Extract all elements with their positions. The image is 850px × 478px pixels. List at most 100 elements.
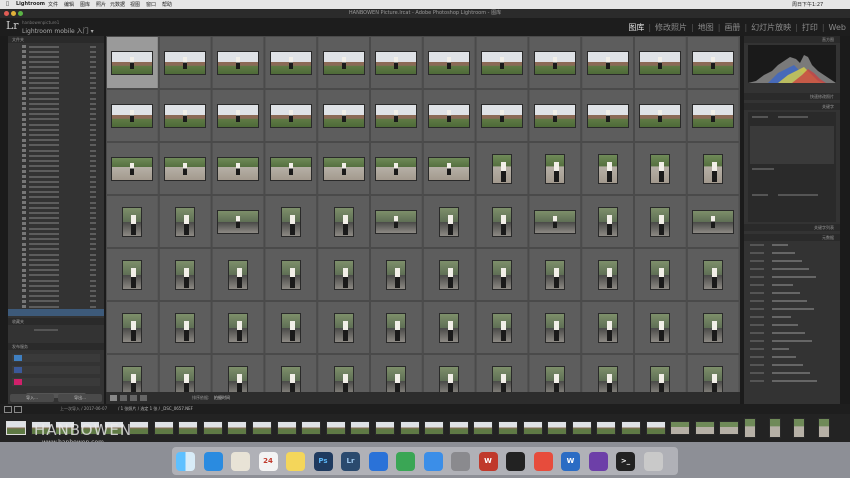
menu-app-name[interactable]: Lightroom — [16, 1, 45, 7]
photo-thumbnail[interactable] — [481, 103, 523, 128]
metadata-value[interactable] — [772, 380, 817, 382]
filmstrip-source[interactable]: 上一次导入 / 2017-06-07 — [60, 406, 107, 412]
photo-thumbnail[interactable] — [703, 312, 724, 343]
photo-thumbnail[interactable] — [322, 103, 365, 128]
photo-thumbnail[interactable] — [692, 50, 735, 75]
module-web[interactable]: Web — [829, 23, 846, 32]
filmstrip-thumbnail[interactable] — [498, 421, 518, 435]
photo-thumbnail[interactable] — [703, 259, 724, 290]
photo-thumbnail[interactable] — [280, 259, 301, 290]
export-button[interactable]: 导出... — [58, 394, 102, 402]
photo-thumbnail[interactable] — [280, 312, 301, 343]
notes-dock-icon[interactable] — [286, 452, 305, 471]
photo-thumbnail[interactable] — [544, 153, 565, 184]
calendar-dock-icon[interactable]: 24 — [258, 452, 278, 471]
filmstrip-thumbnail[interactable] — [768, 418, 781, 438]
compare-view-icon[interactable] — [130, 395, 137, 401]
publish-services-header[interactable]: 发布服务 — [8, 343, 104, 350]
photo-thumbnail[interactable] — [492, 153, 512, 184]
photo-thumbnail[interactable] — [439, 206, 460, 237]
photo-thumbnail[interactable] — [692, 103, 735, 128]
photo-thumbnail[interactable] — [586, 50, 629, 75]
keynote-dock-icon[interactable] — [368, 452, 388, 471]
photo-thumbnail[interactable] — [217, 209, 259, 234]
photo-thumbnail[interactable] — [322, 50, 365, 75]
filmstrip-thumbnail[interactable] — [350, 421, 371, 435]
photo-thumbnail[interactable] — [428, 156, 471, 181]
close-window-icon[interactable] — [4, 11, 9, 16]
trash-dock-icon[interactable] — [643, 452, 663, 471]
photo-thumbnail[interactable] — [544, 365, 565, 392]
filmstrip-thumbnail[interactable] — [202, 421, 223, 435]
photo-thumbnail[interactable] — [111, 50, 154, 75]
keyword-tags-area[interactable] — [748, 112, 836, 222]
filmstrip-thumbnail[interactable] — [596, 421, 617, 435]
menu-window[interactable]: 窗口 — [146, 1, 156, 8]
secondary-window-icon[interactable] — [14, 406, 22, 413]
filmstrip-thumbnail[interactable] — [6, 421, 26, 435]
photo-thumbnail[interactable] — [228, 259, 248, 290]
photo-thumbnail[interactable] — [544, 259, 565, 290]
identity-plate[interactable]: Lightroom mobile 入门 ▾ — [22, 26, 94, 35]
filmstrip-thumbnail[interactable] — [670, 421, 691, 435]
publish-service-flickr[interactable] — [12, 378, 100, 386]
loupe-view-icon[interactable] — [120, 395, 127, 401]
photos-dock-icon[interactable] — [231, 452, 250, 471]
photo-thumbnail[interactable] — [280, 206, 301, 237]
module-develop[interactable]: 修改照片 — [655, 23, 687, 32]
photo-thumbnail[interactable] — [122, 206, 143, 237]
menu-file[interactable]: 文件 — [48, 1, 58, 8]
photo-thumbnail[interactable] — [492, 365, 512, 392]
photo-thumbnail[interactable] — [280, 365, 301, 392]
preferences-dock-icon[interactable] — [451, 452, 470, 471]
photoshop-dock-icon[interactable]: Ps — [313, 452, 333, 471]
terminal-dock-icon[interactable]: >_ — [616, 452, 635, 471]
metadata-value[interactable] — [772, 252, 795, 254]
photo-thumbnail[interactable] — [428, 103, 471, 128]
photo-thumbnail[interactable] — [322, 156, 365, 181]
photo-thumbnail[interactable] — [375, 209, 418, 234]
metadata-value[interactable] — [772, 276, 816, 278]
filmstrip-thumbnail[interactable] — [817, 418, 830, 438]
folder-list[interactable] — [8, 44, 104, 318]
filmstrip-thumbnail[interactable] — [694, 421, 715, 435]
lightroom-dock-icon[interactable]: Lr — [341, 452, 360, 471]
filmstrip-thumbnail[interactable] — [301, 421, 322, 435]
photo-thumbnail[interactable] — [439, 365, 460, 392]
photo-thumbnail[interactable] — [533, 50, 576, 75]
photo-thumbnail[interactable] — [597, 153, 618, 184]
photo-thumbnail[interactable] — [650, 312, 671, 343]
photo-thumbnail[interactable] — [597, 259, 618, 290]
appstore-dock-icon[interactable] — [423, 452, 443, 471]
keywording-header[interactable]: 关键字 — [744, 103, 840, 110]
menu-metadata[interactable]: 元数据 — [110, 1, 125, 8]
photo-thumbnail[interactable] — [650, 206, 671, 237]
photo-thumbnail[interactable] — [386, 259, 407, 290]
photo-thumbnail[interactable] — [175, 312, 196, 343]
photo-thumbnail[interactable] — [217, 103, 259, 128]
filmstrip-thumbnail[interactable] — [547, 421, 568, 435]
filmstrip-thumbnail[interactable] — [375, 421, 395, 435]
quick-develop-header[interactable]: 快速修改照片 — [744, 93, 840, 100]
metadata-value[interactable] — [772, 356, 796, 358]
photo-thumbnail[interactable] — [122, 365, 143, 392]
primary-window-icon[interactable] — [4, 406, 12, 413]
metadata-value[interactable] — [772, 268, 809, 270]
collections-panel-header[interactable]: 收藏夹 — [8, 318, 104, 325]
photo-thumbnail[interactable] — [122, 312, 143, 343]
menu-photo[interactable]: 照片 — [96, 1, 106, 8]
library-grid-view[interactable] — [106, 36, 740, 392]
filmstrip-thumbnail[interactable] — [153, 421, 174, 435]
photo-thumbnail[interactable] — [492, 259, 512, 290]
photo-thumbnail[interactable] — [111, 103, 154, 128]
word-dock-icon[interactable]: W — [561, 452, 580, 471]
photo-thumbnail[interactable] — [439, 312, 460, 343]
module-print[interactable]: 打印 — [802, 23, 818, 32]
filmstrip-thumbnail[interactable] — [621, 421, 641, 435]
photo-thumbnail[interactable] — [492, 206, 512, 237]
photo-thumbnail[interactable] — [492, 312, 512, 343]
photo-thumbnail[interactable] — [375, 156, 418, 181]
filmstrip-thumbnail[interactable] — [424, 421, 445, 435]
metadata-value[interactable] — [772, 332, 805, 334]
photo-thumbnail[interactable] — [650, 259, 671, 290]
